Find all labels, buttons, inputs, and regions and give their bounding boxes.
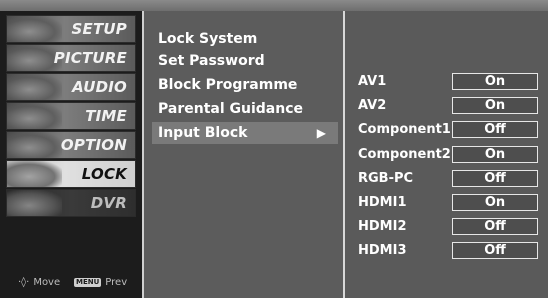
input-toggle[interactable]: Off [452,121,538,138]
input-name: HDMI1 [358,195,407,210]
speaker-icon [7,74,62,100]
menu-item-label: Lock System [158,31,258,47]
menu-key-icon: MENU [74,278,102,287]
input-toggle[interactable]: Off [452,242,538,259]
menu-item-label: Block Programme [158,77,298,93]
menu-item-label: Set Password [158,53,265,69]
input-row-hdmi1: HDMI1 On [345,192,548,214]
input-row-component2: Component2 On [345,144,548,166]
prev-hint: MENU Prev [74,277,127,288]
category-label: LOCK [81,165,127,183]
satellite-dish-icon [7,16,62,42]
move-hint: ·◊· Move [18,277,60,288]
menu-item-lock-system[interactable]: Lock System [152,28,338,50]
top-bar [0,0,548,11]
input-name: RGB-PC [358,171,414,186]
input-toggle[interactable]: Off [452,218,538,235]
move-hint-label: Move [33,277,61,288]
category-label: SETUP [71,20,127,38]
right-arrow-icon: ▶ [316,126,326,140]
category-sidebar: SETUP PICTURE AUDIO TIME OPTION LOCK DVR… [0,11,144,298]
menu-item-label: Parental Guidance [158,101,303,117]
input-name: HDMI3 [358,243,407,258]
input-toggle[interactable]: On [452,194,538,211]
category-dvr[interactable]: DVR [6,189,136,217]
clock-icon [7,103,62,129]
input-toggle[interactable]: On [452,97,538,114]
input-toggle[interactable]: Off [452,170,538,187]
input-row-rgb-pc: RGB-PC Off [345,168,548,190]
menu-item-block-programme[interactable]: Block Programme [152,74,338,96]
category-audio[interactable]: AUDIO [6,73,136,101]
input-name: AV1 [358,74,387,89]
input-row-av2: AV2 On [345,95,548,117]
input-name: HDMI2 [358,219,407,234]
category-option[interactable]: OPTION [6,131,136,159]
disc-icon [7,190,62,216]
menu-item-input-block[interactable]: Input Block ▶ [152,122,338,144]
input-row-hdmi3: HDMI3 Off [345,240,548,262]
category-label: DVR [90,194,127,212]
category-setup[interactable]: SETUP [6,15,136,43]
option-icon [7,132,62,158]
lock-icon [7,161,62,187]
input-block-panel: AV1 On AV2 On Component1 Off Component2 … [345,11,548,298]
move-arrows-icon: ·◊· [18,277,30,288]
lock-menu: Lock System Set Password Block Programme… [144,11,345,298]
input-row-component1: Component1 Off [345,119,548,141]
category-picture[interactable]: PICTURE [6,44,136,72]
category-time[interactable]: TIME [6,102,136,130]
menu-item-set-password[interactable]: Set Password [152,50,338,72]
input-name: Component2 [358,147,451,162]
category-label: TIME [85,107,127,125]
input-toggle[interactable]: On [452,146,538,163]
menu-item-parental-guidance[interactable]: Parental Guidance [152,98,338,120]
input-toggle[interactable]: On [452,73,538,90]
category-label: AUDIO [72,78,127,96]
tv-osd-menu: SETUP PICTURE AUDIO TIME OPTION LOCK DVR… [0,0,548,298]
menu-item-label: Input Block [158,125,248,141]
input-name: Component1 [358,122,451,137]
input-row-av1: AV1 On [345,71,548,93]
category-lock[interactable]: LOCK [6,160,136,188]
prev-hint-label: Prev [105,277,128,288]
input-row-hdmi2: HDMI2 Off [345,216,548,238]
category-label: OPTION [60,136,127,154]
input-name: AV2 [358,98,387,113]
category-label: PICTURE [53,49,127,67]
